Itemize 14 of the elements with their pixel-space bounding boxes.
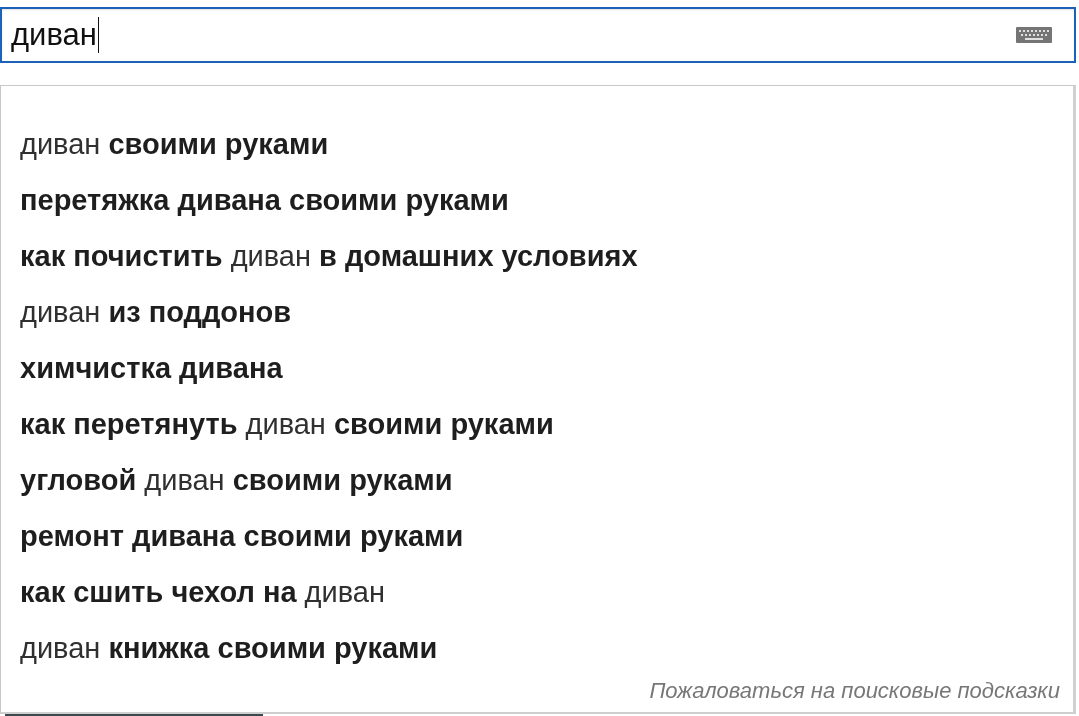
- suggestion-item[interactable]: химчистка дивана: [1, 340, 287, 396]
- suggestion-item[interactable]: угловой диван своими руками: [1, 452, 457, 508]
- suggestion-item[interactable]: как перетянуть диван своими руками: [1, 396, 558, 452]
- suggestion-item[interactable]: диван из поддонов: [1, 284, 296, 340]
- text-cursor-icon: [97, 17, 99, 53]
- suggestion-item[interactable]: диван книжка своими руками: [1, 620, 442, 676]
- suggestion-item[interactable]: ремонт дивана своими руками: [1, 508, 468, 564]
- search-field[interactable]: диван: [0, 7, 1076, 63]
- suggestion-item[interactable]: как сшить чехол на диван: [1, 564, 389, 620]
- keyboard-icon[interactable]: [1016, 27, 1052, 43]
- suggestion-item[interactable]: диван своими руками: [1, 116, 333, 172]
- suggestion-item[interactable]: перетяжка дивана своими руками: [1, 172, 513, 228]
- report-suggestions-link[interactable]: Пожаловаться на поисковые подсказки: [649, 678, 1060, 704]
- suggestion-item[interactable]: как почистить диван в домашних условиях: [1, 228, 642, 284]
